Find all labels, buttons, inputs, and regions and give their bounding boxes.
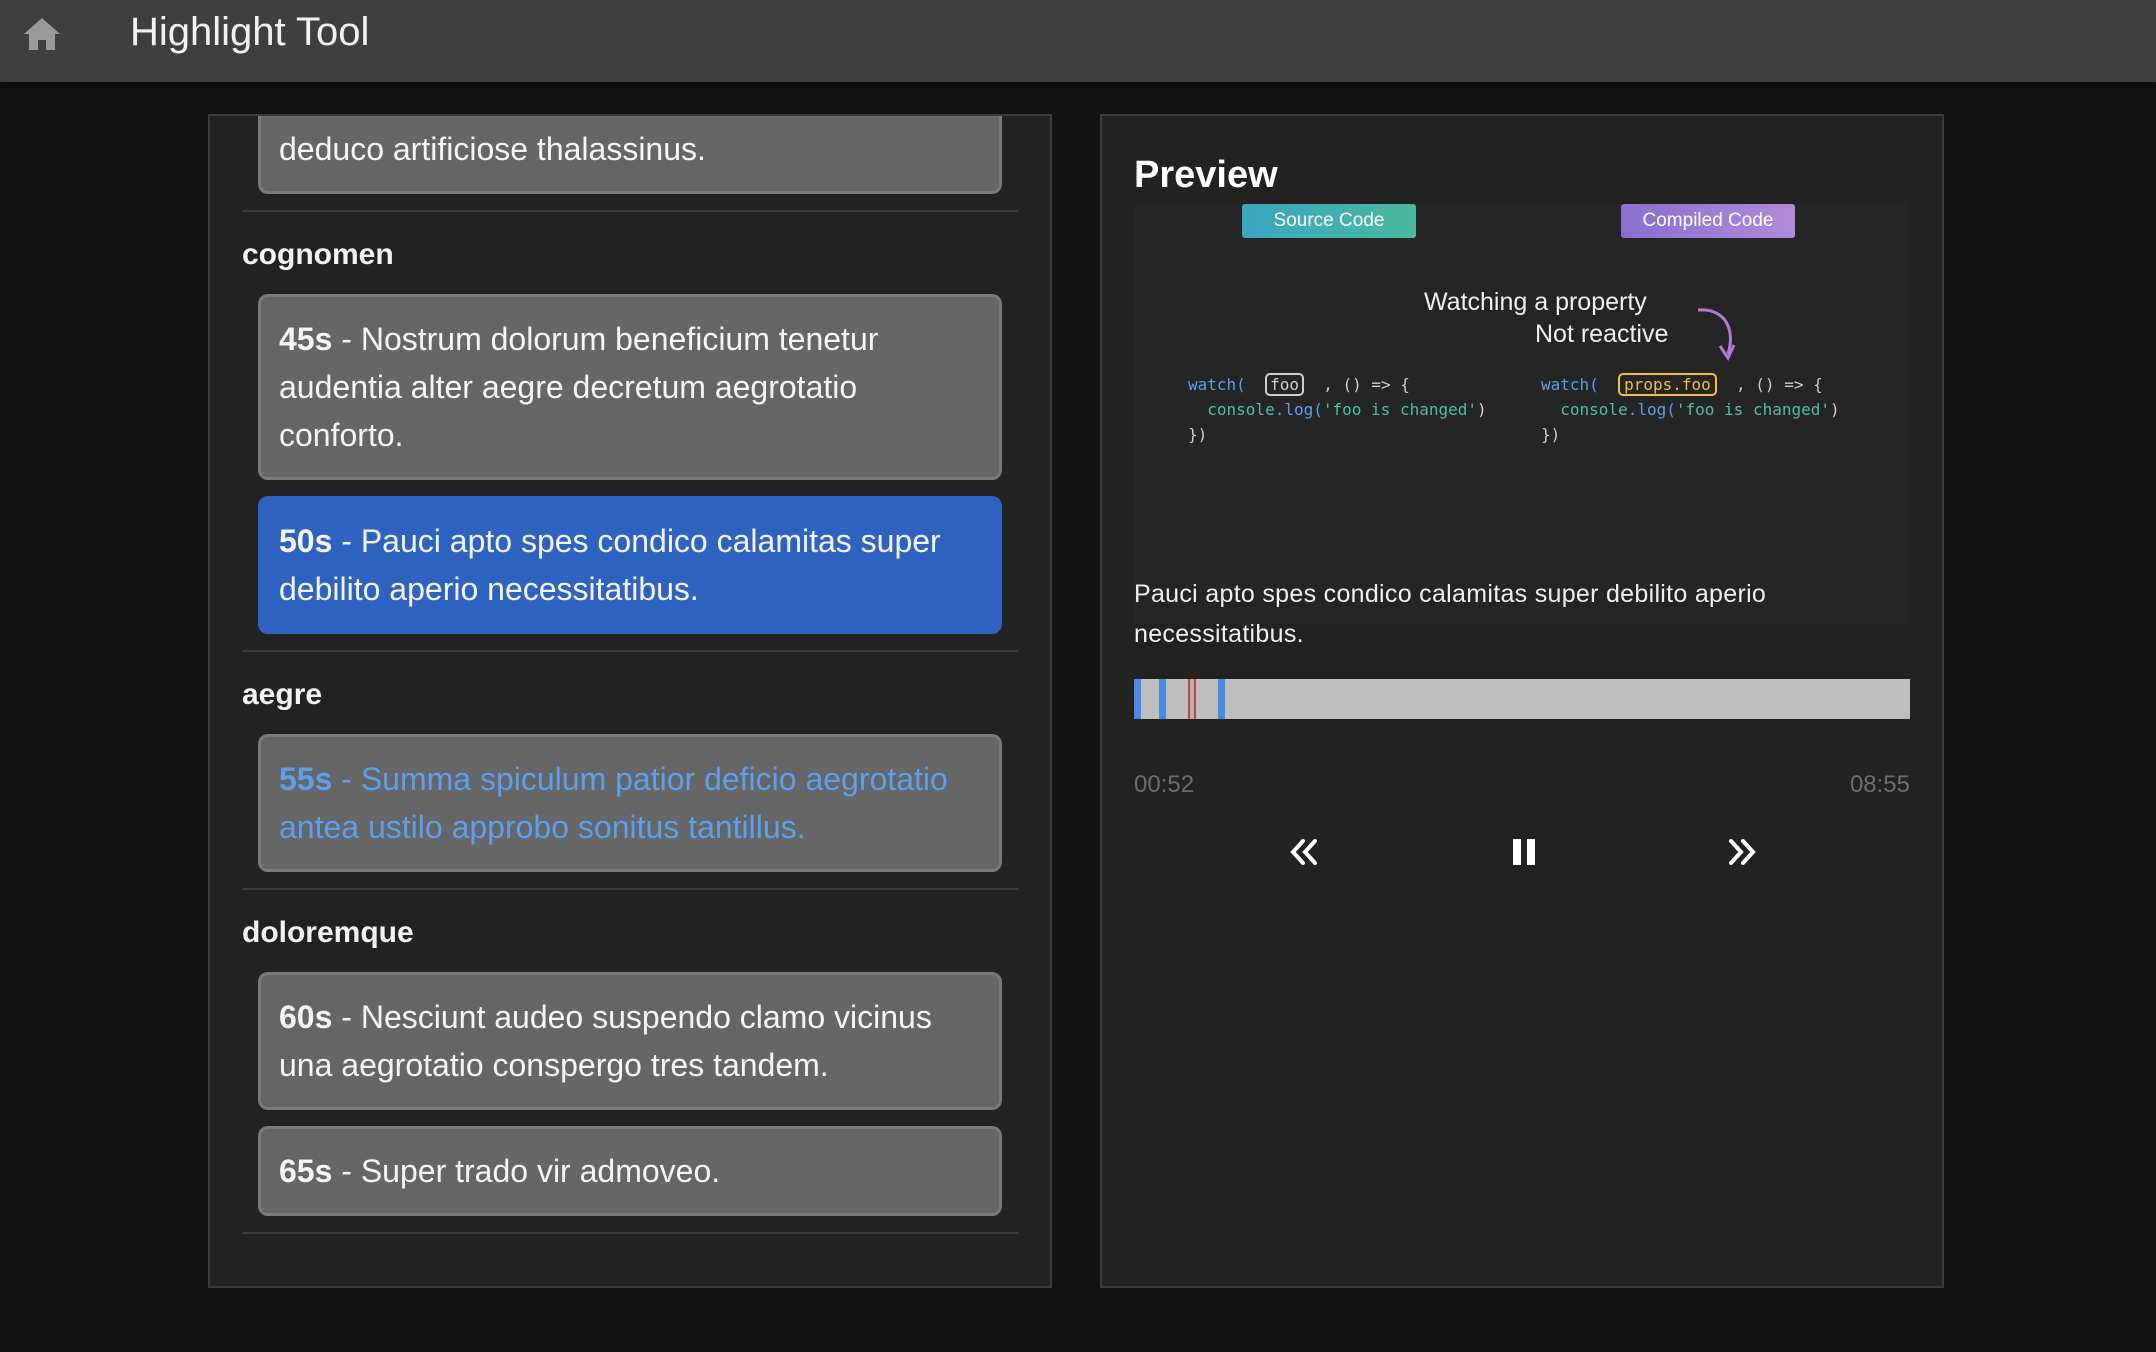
segment-time: 50s	[279, 523, 333, 559]
segment-card-partial[interactable]: deduco artificiose thalassinus.	[258, 116, 1002, 194]
compiled-code-block: watch( props.foo , () => { console.log('…	[1541, 372, 1840, 447]
code-console: console	[1207, 400, 1275, 419]
highlight-mark[interactable]	[1134, 679, 1141, 719]
code-method: .log(	[1274, 400, 1323, 419]
duration-time: 08:55	[1849, 771, 1910, 798]
code-string: 'foo is changed'	[1675, 400, 1830, 419]
segment-time: 55s	[279, 761, 333, 797]
code-arg: props.foo	[1618, 373, 1717, 396]
progress-bar[interactable]	[1134, 679, 1910, 719]
annotation-arrow-icon	[1697, 308, 1736, 362]
code-string: 'foo is changed'	[1322, 400, 1477, 419]
code-rest: , () => {	[1736, 375, 1823, 394]
group-title: doloremque	[242, 916, 414, 949]
highlight-mark[interactable]	[1218, 679, 1225, 719]
code-end: )	[1477, 400, 1487, 419]
code-fn: watch(	[1541, 375, 1599, 394]
source-code-block: watch( foo , () => { console.log('foo is…	[1188, 372, 1487, 447]
segment-text: Super trado vir admoveo.	[360, 1153, 721, 1189]
home-button[interactable]	[22, 14, 62, 54]
segment-text: Nesciunt audeo suspendo clamo vicinus un…	[279, 999, 932, 1083]
preview-title: Preview	[1134, 154, 1278, 196]
segment-text: Summa spiculum patior deficio aegrotatio…	[279, 761, 948, 845]
segment-card[interactable]: 45s - Nostrum dolorum beneficium tenetur…	[258, 294, 1002, 480]
segment-card[interactable]: 60s - Nesciunt audeo suspendo clamo vici…	[258, 972, 1002, 1110]
code-rest: , () => {	[1323, 375, 1410, 394]
segment-sep: -	[332, 523, 361, 559]
fast-forward-button[interactable]	[1712, 822, 1772, 882]
segments-panel: deduco artificiose thalassinus. cognomen…	[208, 114, 1052, 1288]
segment-time: 65s	[279, 1153, 333, 1189]
segment-text: deduco artificiose thalassinus.	[279, 131, 706, 167]
rewind-icon	[1290, 839, 1317, 865]
code-console: console	[1560, 400, 1628, 419]
group-previous: deduco artificiose thalassinus.	[210, 116, 1050, 194]
segment-card[interactable]: 65s - Super trado vir admoveo.	[258, 1126, 1002, 1216]
code-close: })	[1188, 425, 1208, 444]
annotation-watching: Watching a property	[1424, 288, 1647, 316]
preview-image: Source Code Compiled Code Watching a pro…	[1134, 204, 1908, 624]
group-doloremque: doloremque 60s - Nesciunt audeo suspendo…	[210, 890, 1050, 1216]
home-icon	[24, 18, 60, 50]
segment-sep: -	[332, 999, 361, 1035]
segment-text: Pauci apto spes condico calamitas super …	[279, 523, 941, 607]
segment-sep: -	[332, 1153, 361, 1189]
preview-panel: Preview Source Code Compiled Code Watchi…	[1100, 114, 1944, 1288]
segments-scroll[interactable]: deduco artificiose thalassinus. cognomen…	[210, 116, 1050, 1234]
source-code-badge: Source Code	[1242, 204, 1416, 238]
segment-sep: -	[332, 321, 361, 357]
app-title: Highlight Tool	[130, 10, 370, 54]
preview-caption: Pauci apto spes condico calamitas super …	[1134, 580, 1767, 648]
segment-text: Nostrum dolorum beneficium tenetur auden…	[279, 321, 879, 453]
current-time: 00:52	[1134, 771, 1195, 798]
code-close: })	[1541, 425, 1561, 444]
annotation-not-reactive: Not reactive	[1535, 320, 1669, 348]
group-divider	[242, 1232, 1018, 1234]
code-arg: foo	[1265, 373, 1304, 396]
group-cognomen: cognomen 45s - Nostrum dolorum beneficiu…	[210, 212, 1050, 634]
pause-button[interactable]	[1494, 822, 1554, 882]
group-title: aegre	[242, 678, 323, 711]
segment-sep: -	[332, 761, 361, 797]
code-fn: watch(	[1188, 375, 1246, 394]
highlight-mark[interactable]	[1159, 679, 1166, 719]
segment-card-active[interactable]: 50s - Pauci apto spes condico calamitas …	[258, 496, 1002, 634]
fast-forward-icon	[1729, 839, 1756, 865]
segment-card[interactable]: 55s - Summa spiculum patior deficio aegr…	[258, 734, 1002, 872]
segment-time: 60s	[279, 999, 333, 1035]
segment-time: 45s	[279, 321, 333, 357]
group-title: cognomen	[242, 238, 394, 271]
playhead[interactable]	[1188, 679, 1196, 719]
app-bar: Highlight Tool	[0, 0, 2156, 82]
pause-icon	[1513, 839, 1535, 865]
rewind-button[interactable]	[1274, 822, 1334, 882]
code-end: )	[1830, 400, 1840, 419]
compiled-code-badge: Compiled Code	[1621, 204, 1795, 238]
group-aegre: aegre 55s - Summa spiculum patior defici…	[210, 652, 1050, 872]
code-method: .log(	[1627, 400, 1676, 419]
